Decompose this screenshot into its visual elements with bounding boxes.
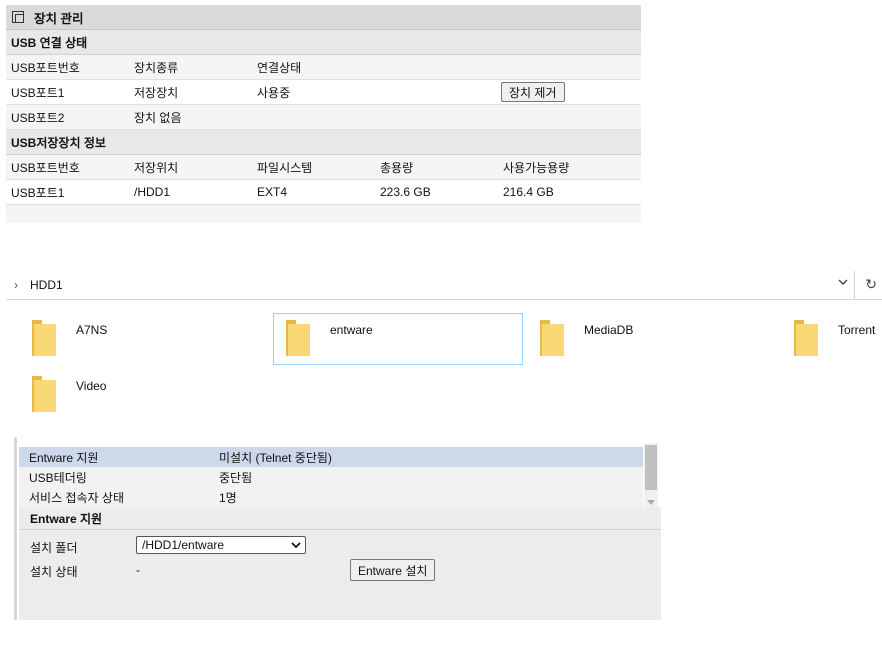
status-label: Entware 지원: [29, 450, 99, 465]
table-row: USB포트1 저장장치 사용중 장치 제거: [6, 80, 641, 105]
scrollbar[interactable]: [644, 443, 658, 507]
folder-name[interactable]: A7NS: [76, 323, 107, 337]
location-cell: /HDD1: [134, 185, 171, 199]
folder-icon[interactable]: [30, 318, 58, 356]
status-value: 1명: [219, 490, 237, 505]
status-label: USB테더링: [29, 470, 87, 485]
port-cell: USB포트1: [11, 85, 65, 100]
chevron-down-icon: [291, 537, 301, 559]
table-row: USB포트2 장치 없음: [6, 105, 641, 130]
column-header: 파일시스템: [257, 160, 313, 175]
toolbar-divider: [854, 271, 855, 299]
remove-device-button[interactable]: 장치 제거: [501, 82, 565, 102]
install-folder-value: /HDD1/entware: [142, 538, 225, 552]
status-label: 서비스 접속자 상태: [29, 490, 124, 505]
section-title: USB 연결 상태: [11, 35, 88, 50]
column-header: 총용량: [380, 160, 414, 175]
chevron-down-icon[interactable]: [838, 277, 848, 290]
chevron-right-icon[interactable]: ›: [8, 278, 24, 292]
breadcrumb-path[interactable]: HDD1: [30, 278, 63, 292]
column-header: 저장위치: [134, 160, 179, 175]
type-cell: 저장장치: [134, 85, 179, 100]
column-header: USB포트번호: [11, 60, 80, 75]
type-cell: 장치 없음: [134, 110, 182, 125]
folder-name[interactable]: Torrent: [838, 323, 875, 337]
port-cell: USB포트2: [11, 110, 65, 125]
table-row: USB포트1 /HDD1 EXT4 223.6 GB 216.4 GB: [6, 180, 641, 205]
status-cell: 사용중: [257, 85, 291, 100]
column-header: 연결상태: [257, 60, 302, 75]
device-management-panel: 장치 관리 USB 연결 상태 USB포트번호 장치종류 연결상태 USB포트1…: [6, 5, 641, 223]
entware-support-section: Entware 지원 설치 폴더 /HDD1/entware 설치 상태 - E…: [19, 507, 661, 620]
filesystem-cell: EXT4: [257, 185, 288, 199]
total-capacity-cell: 223.6 GB: [380, 185, 431, 199]
column-header: USB포트번호: [11, 160, 80, 175]
scrollbar-thumb[interactable]: [645, 445, 657, 490]
status-value: 미설치 (Telnet 중단됨): [219, 450, 332, 465]
folder-name[interactable]: entware: [330, 323, 373, 337]
install-folder-label: 설치 폴더: [30, 541, 78, 555]
panel-title-text: 장치 관리: [34, 11, 84, 26]
folder-name[interactable]: MediaDB: [584, 323, 633, 337]
usb-storage-header: USB포트번호 저장위치 파일시스템 총용량 사용가능용량: [6, 155, 641, 180]
status-value: 중단됨: [219, 470, 253, 485]
column-header: 장치종류: [134, 60, 179, 75]
install-status-value: -: [136, 563, 140, 577]
port-cell: USB포트1: [11, 185, 65, 200]
scroll-down-icon[interactable]: [647, 500, 655, 505]
usb-connection-section: USB 연결 상태: [6, 30, 641, 55]
entware-panel: Entware 지원 미설치 (Telnet 중단됨) USB테더링 중단됨 서…: [14, 437, 661, 620]
install-entware-button[interactable]: Entware 설치: [350, 559, 436, 581]
section-title: Entware 지원: [19, 507, 661, 530]
usb-storage-section: USB저장장치 정보: [6, 130, 641, 155]
panel-title: 장치 관리: [6, 5, 641, 30]
folder-icon[interactable]: [30, 374, 58, 412]
section-title: USB저장장치 정보: [11, 135, 106, 150]
status-row-entware[interactable]: Entware 지원 미설치 (Telnet 중단됨): [19, 447, 643, 467]
refresh-icon[interactable]: ↻: [865, 276, 877, 293]
left-border: [14, 437, 17, 620]
folder-icon[interactable]: [538, 318, 566, 356]
install-folder-select[interactable]: /HDD1/entware: [136, 536, 306, 554]
window-icon: [12, 11, 24, 23]
status-list: Entware 지원 미설치 (Telnet 중단됨) USB테더링 중단됨 서…: [19, 447, 643, 507]
status-row-users[interactable]: 서비스 접속자 상태 1명: [19, 487, 643, 507]
folder-name[interactable]: Video: [76, 379, 106, 393]
address-bar: › HDD1 ↻: [6, 271, 882, 300]
usb-connection-header: USB포트번호 장치종류 연결상태: [6, 55, 641, 80]
folder-icon[interactable]: [792, 318, 820, 356]
free-capacity-cell: 216.4 GB: [503, 185, 554, 199]
status-row-tethering[interactable]: USB테더링 중단됨: [19, 467, 643, 487]
folder-icon[interactable]: [284, 318, 312, 356]
column-header: 사용가능용량: [503, 160, 570, 175]
install-status-label: 설치 상태: [30, 565, 78, 579]
